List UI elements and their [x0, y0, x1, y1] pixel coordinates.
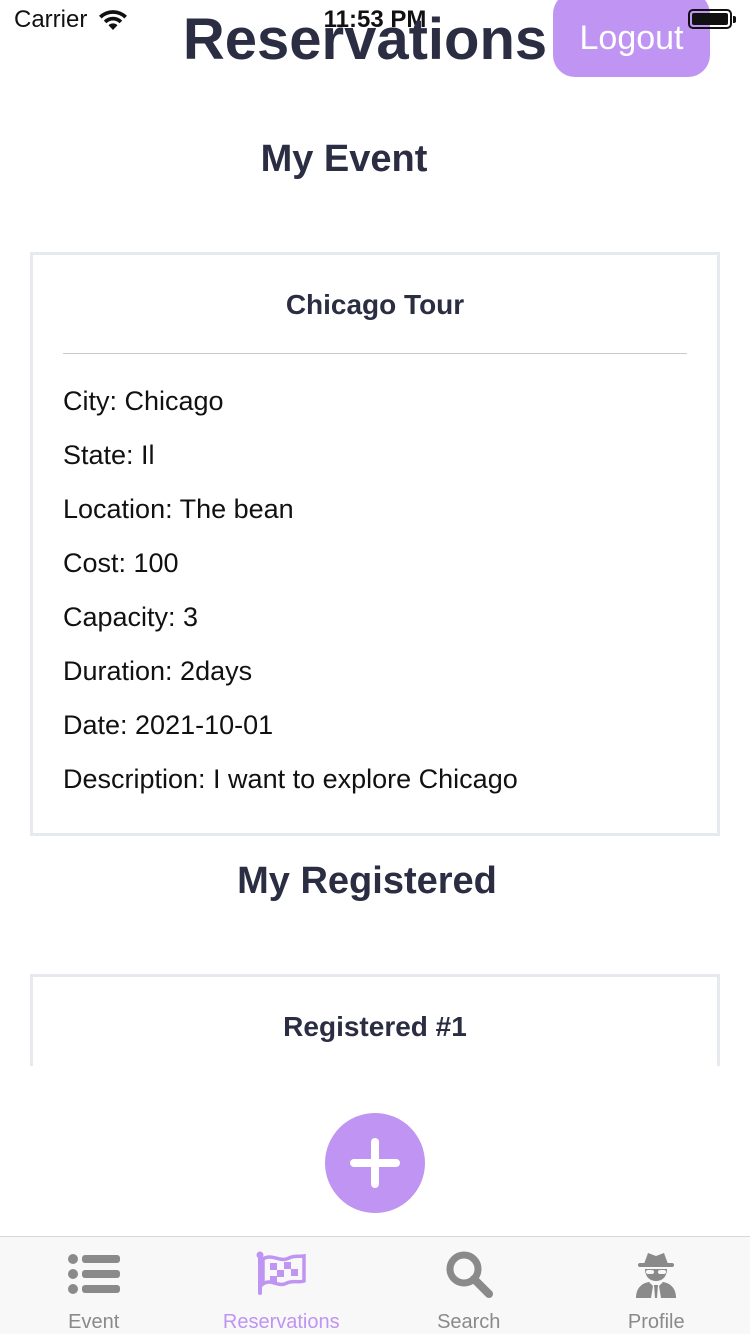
card-divider: [63, 353, 687, 354]
event-date: Date: 2021-10-01: [63, 710, 274, 740]
registered-card-title: Registered #1: [283, 1011, 467, 1042]
tab-bar: Event Reservations Search Profile: [0, 1236, 750, 1334]
user-secret-icon: [636, 1253, 677, 1298]
event-location: Location: The bean: [63, 494, 294, 524]
battery-icon: [688, 9, 736, 29]
event-card[interactable]: Chicago Tour City: Chicago State: Il Loc…: [30, 252, 720, 836]
tab-search-label: Search: [437, 1311, 501, 1333]
event-capacity: Capacity: 3: [63, 602, 199, 632]
add-button[interactable]: [325, 1113, 425, 1213]
search-icon: [446, 1251, 493, 1298]
flag-icon: [256, 1251, 306, 1295]
tab-profile-label: Profile: [627, 1311, 685, 1333]
event-city: City: Chicago: [63, 386, 224, 416]
event-description: Description: I want to explore Chicago: [63, 764, 518, 794]
event-details: City: Chicago State: Il Location: The be…: [33, 374, 717, 806]
logout-button[interactable]: Logout: [553, 0, 710, 77]
tab-event-label: Event: [68, 1311, 120, 1333]
event-card-title: Chicago Tour: [285, 289, 465, 320]
my-event-heading: My Event: [260, 138, 428, 180]
list-icon: [67, 1254, 120, 1294]
event-duration: Duration: 2days: [63, 656, 253, 686]
tab-search[interactable]: Search: [375, 1237, 563, 1334]
reservations-screen: Carrier 11:53 PM Reservations Logout My …: [0, 0, 750, 1334]
plus-icon: [350, 1138, 400, 1188]
event-state: State: Il: [63, 440, 155, 470]
event-cost: Cost: 100: [63, 548, 179, 578]
tab-event[interactable]: Event: [0, 1237, 188, 1334]
tab-profile[interactable]: Profile: [563, 1237, 750, 1334]
tab-reservations[interactable]: Reservations: [188, 1237, 376, 1334]
registered-card[interactable]: Registered #1: [30, 974, 720, 1066]
tab-reservations-label: Reservations: [222, 1311, 340, 1333]
my-registered-heading: My Registered: [237, 860, 497, 902]
